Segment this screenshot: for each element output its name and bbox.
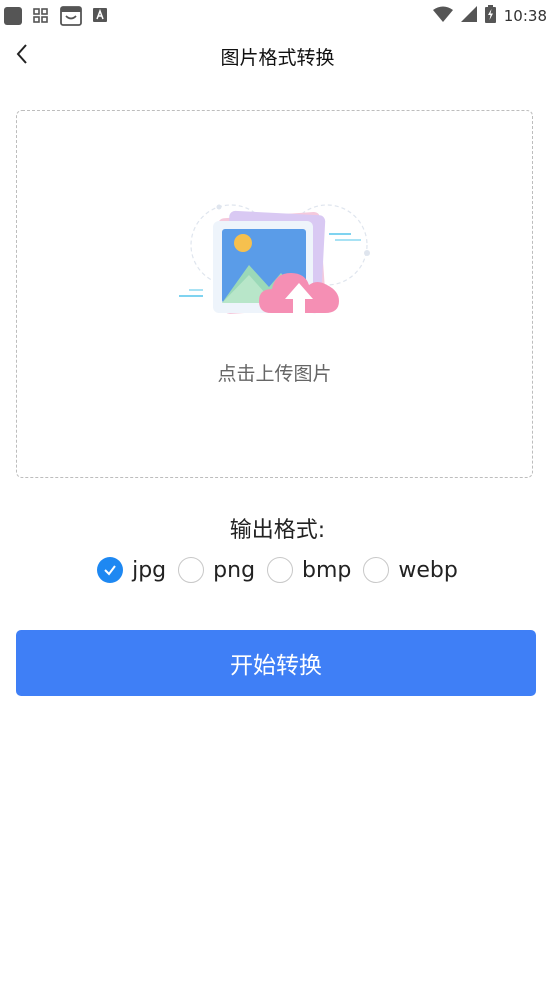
- status-bar-right: 10:38: [432, 5, 547, 27]
- title-bar: 图片格式转换: [0, 32, 555, 80]
- app-square-icon: [4, 7, 22, 25]
- status-time: 10:38: [503, 7, 547, 25]
- format-options: jpg png bmp webp: [0, 552, 555, 588]
- radio-unchecked-icon[interactable]: [363, 557, 390, 583]
- format-option-webp[interactable]: webp: [363, 557, 458, 583]
- format-option-jpg[interactable]: jpg: [97, 557, 166, 583]
- battery-charging-icon: [484, 5, 496, 27]
- radio-checked-icon[interactable]: [97, 557, 124, 583]
- back-button[interactable]: [6, 40, 38, 72]
- format-option-label: webp: [398, 557, 458, 583]
- format-option-label: jpg: [132, 557, 167, 583]
- grid-apps-icon: [32, 7, 50, 25]
- format-option-bmp[interactable]: bmp: [267, 557, 351, 583]
- status-bar-left: [4, 6, 110, 26]
- status-bar: 10:38: [0, 0, 555, 32]
- font-a-icon: [92, 7, 110, 25]
- radio-unchecked-icon[interactable]: [178, 557, 205, 583]
- shop-icon: [60, 6, 82, 26]
- chevron-left-icon: [14, 42, 30, 70]
- upload-area[interactable]: 点击上传图片: [16, 110, 533, 478]
- page-title: 图片格式转换: [220, 46, 335, 69]
- start-convert-button[interactable]: 开始转换: [16, 630, 536, 696]
- upload-hint: 点击上传图片: [217, 363, 332, 385]
- output-format-label: 输出格式:: [229, 518, 326, 543]
- wifi-icon: [432, 6, 453, 26]
- signal-icon: [460, 6, 477, 26]
- format-option-png[interactable]: png: [178, 557, 255, 583]
- image-upload-cloud-icon: [179, 203, 374, 328]
- format-option-label: bmp: [302, 557, 352, 583]
- radio-unchecked-icon[interactable]: [267, 557, 294, 583]
- format-option-label: png: [213, 557, 256, 583]
